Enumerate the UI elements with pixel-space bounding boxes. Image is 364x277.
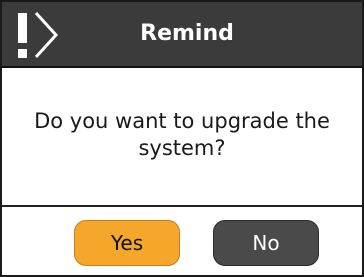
dialog-message: Do you want to upgrade the system?	[34, 109, 330, 160]
yes-button[interactable]: Yes	[74, 220, 180, 266]
no-button[interactable]: No	[213, 220, 319, 266]
upgrade-dialog: Remind Do you want to upgrade the system…	[0, 0, 364, 277]
dialog-title: Remind	[140, 21, 234, 46]
dialog-header: Remind	[2, 2, 362, 68]
warning-exclamation-icon	[18, 11, 59, 59]
button-divider	[2, 205, 362, 207]
